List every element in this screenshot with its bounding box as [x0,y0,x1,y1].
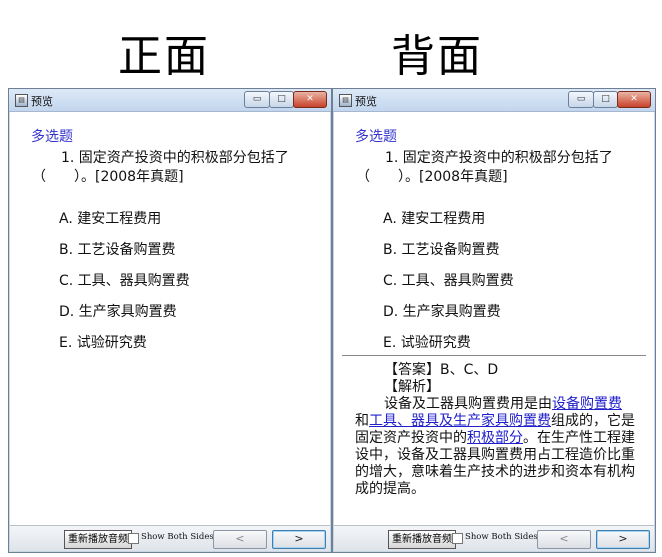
option-b: B. 工艺设备购置费 [59,242,176,258]
show-both-sides-checkbox[interactable] [452,533,463,544]
option-b: B. 工艺设备购置费 [383,242,500,258]
answer-line: 【答案】B、C、D [384,362,499,378]
maximize-button[interactable]: □ [593,91,618,108]
option-a: A. 建安工程费用 [59,211,162,227]
window-title: 预览 [355,95,377,108]
title-bar[interactable]: ▤ 预览 ▭ □ ✕ [333,89,655,112]
answer-section: 【答案】B、C、D 【解析】 设备及工器具购置费用是由设备购置费和工具、器具及生… [355,362,635,498]
option-c: C. 工具、器具购置费 [383,273,514,289]
maximize-button[interactable]: □ [269,91,294,108]
replay-audio-button[interactable]: 重新播放音频 [64,530,132,549]
front-heading: 正面 [118,31,210,82]
option-e: E. 试验研究费 [383,335,471,351]
answer-divider [342,355,646,356]
card-content: 多选题 1. 固定资产投资中的积极部分包括了（ ）。[2008年真题] A. 建… [10,112,330,525]
prev-button[interactable]: < [213,530,267,549]
option-a: A. 建安工程费用 [383,211,486,227]
analysis-heading: 【解析】 [384,379,440,395]
bottom-toolbar: 重新播放音频 Show Both Sides < > [334,525,654,551]
question-type: 多选题 [31,129,73,145]
option-d: D. 生产家具购置费 [59,304,177,320]
link-equipment-cost[interactable]: 设备购置费 [552,396,622,412]
card-content: 多选题 1. 固定资产投资中的积极部分包括了（ ）。[2008年真题] A. 建… [334,112,654,525]
link-active-part[interactable]: 积极部分 [467,430,523,446]
back-heading: 背面 [391,31,483,82]
title-bar[interactable]: ▤ 预览 ▭ □ ✕ [9,89,331,112]
replay-audio-button[interactable]: 重新播放音频 [388,530,456,549]
option-e: E. 试验研究费 [59,335,147,351]
option-d: D. 生产家具购置费 [383,304,501,320]
close-button[interactable]: ✕ [293,91,327,108]
question-stem: 1. 固定资产投资中的积极部分包括了（ ）。[2008年真题] [32,150,289,185]
link-tools-furniture-cost[interactable]: 工具、器具及生产家具购置费 [369,413,551,429]
preview-window-back: ▤ 预览 ▭ □ ✕ 多选题 1. 固定资产投资中的积极部分包括了（ ）。[20… [332,88,656,553]
app-icon: ▤ [339,94,352,107]
preview-window-front: ▤ 预览 ▭ □ ✕ 多选题 1. 固定资产投资中的积极部分包括了（ ）。[20… [8,88,332,553]
show-both-sides-label[interactable]: Show Both Sides [141,532,214,542]
prev-button[interactable]: < [537,530,591,549]
question-type: 多选题 [355,129,397,145]
minimize-button[interactable]: ▭ [244,91,270,108]
minimize-button[interactable]: ▭ [568,91,594,108]
show-both-sides-checkbox[interactable] [128,533,139,544]
next-button[interactable]: > [596,530,650,549]
question-stem: 1. 固定资产投资中的积极部分包括了（ ）。[2008年真题] [356,150,613,185]
analysis-text: 设备及工器具购置费用是由设备购置费和工具、器具及生产家具购置费组成的，它是固定资… [355,396,635,497]
app-icon: ▤ [15,94,28,107]
bottom-toolbar: 重新播放音频 Show Both Sides < > [10,525,330,551]
close-button[interactable]: ✕ [617,91,651,108]
window-title: 预览 [31,95,53,108]
option-c: C. 工具、器具购置费 [59,273,190,289]
show-both-sides-label[interactable]: Show Both Sides [465,532,538,542]
next-button[interactable]: > [272,530,326,549]
